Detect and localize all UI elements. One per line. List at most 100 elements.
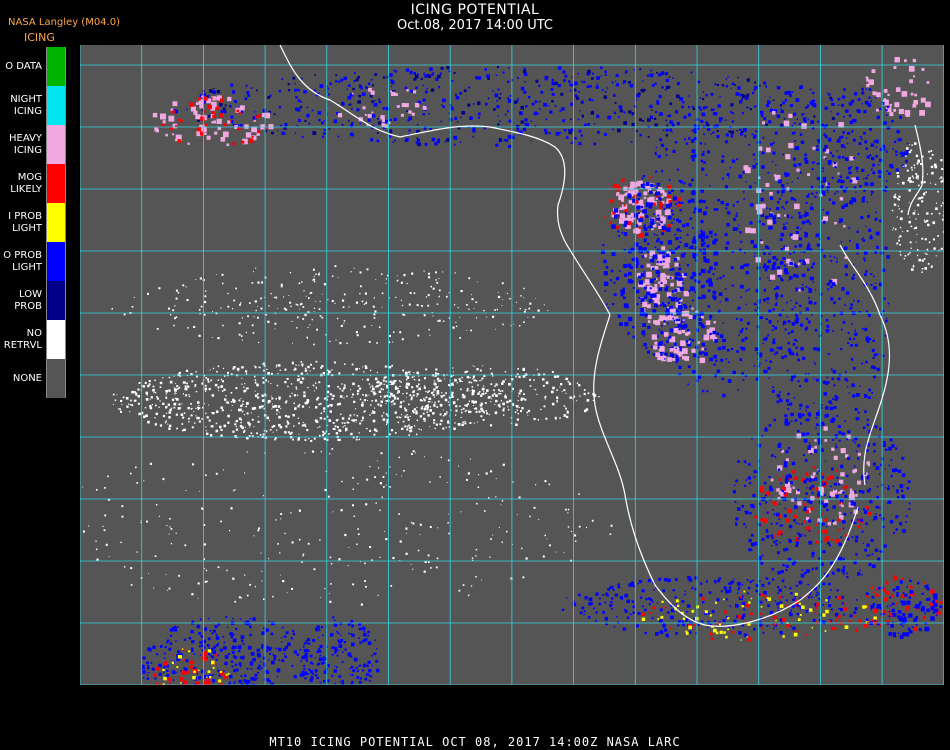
- icing-pixel: [794, 140, 796, 142]
- icing-pixel: [381, 123, 386, 127]
- icing-pixel: [879, 550, 881, 552]
- icing-pixel: [901, 456, 905, 460]
- icing-pixel: [460, 511, 462, 513]
- icing-pixel: [831, 417, 835, 421]
- icing-pixel: [815, 487, 819, 491]
- icing-pixel: [289, 272, 292, 274]
- icing-pixel: [529, 302, 532, 305]
- icing-pixel: [639, 68, 642, 71]
- icing-pixel: [889, 438, 893, 442]
- icing-pixel: [369, 386, 372, 388]
- icing-pixel: [654, 123, 658, 127]
- icing-pixel: [234, 489, 236, 491]
- icing-pixel: [830, 297, 834, 301]
- icing-pixel: [227, 371, 229, 374]
- icing-pixel: [639, 133, 642, 137]
- icing-pixel: [549, 544, 551, 547]
- icing-pixel: [577, 72, 579, 75]
- icing-pixel: [443, 320, 445, 322]
- icing-pixel: [170, 314, 172, 316]
- icing-pixel: [926, 219, 929, 222]
- icing-pixel: [785, 200, 789, 204]
- icing-pixel: [505, 378, 507, 380]
- icing-pixel: [423, 398, 425, 400]
- icing-pixel: [429, 67, 433, 71]
- icing-pixel: [679, 241, 682, 244]
- icing-pixel: [681, 201, 684, 204]
- icing-pixel: [822, 550, 826, 554]
- icing-pixel: [377, 460, 378, 462]
- icing-pixel: [611, 224, 616, 229]
- icing-pixel: [777, 201, 780, 204]
- icing-pixel: [181, 403, 183, 405]
- icing-pixel: [910, 225, 913, 228]
- icing-pixel: [429, 481, 431, 483]
- icing-pixel: [770, 196, 774, 200]
- icing-pixel: [824, 157, 827, 160]
- icing-pixel: [499, 93, 502, 95]
- icing-pixel: [547, 310, 549, 312]
- icing-pixel: [549, 132, 551, 135]
- icing-pixel: [413, 425, 416, 427]
- icing-pixel: [416, 406, 418, 408]
- icing-pixel: [346, 395, 348, 397]
- icing-pixel: [657, 154, 661, 159]
- icing-pixel: [702, 390, 705, 393]
- icing-pixel: [397, 421, 400, 424]
- icing-pixel: [236, 420, 238, 422]
- icing-pixel: [361, 378, 363, 380]
- icing-pixel: [694, 124, 697, 127]
- icing-pixel: [520, 398, 523, 401]
- icing-pixel: [822, 220, 826, 224]
- icing-pixel: [410, 396, 413, 399]
- icing-pixel: [678, 305, 680, 307]
- icing-pixel: [509, 298, 511, 300]
- icing-pixel: [665, 72, 669, 76]
- icing-pixel: [421, 305, 423, 307]
- icing-pixel: [760, 114, 764, 117]
- icing-pixel: [679, 97, 683, 101]
- icing-pixel: [830, 98, 834, 101]
- icing-pixel: [370, 404, 372, 406]
- icing-pixel: [315, 360, 318, 363]
- icing-pixel: [149, 462, 152, 465]
- icing-pixel: [460, 289, 463, 293]
- icing-pixel: [362, 419, 364, 421]
- icing-pixel: [790, 330, 794, 334]
- icing-pixel: [798, 163, 802, 167]
- icing-pixel: [205, 569, 208, 572]
- icing-pixel: [402, 393, 404, 395]
- icing-pixel: [385, 282, 387, 284]
- icing-pixel: [803, 503, 807, 506]
- icing-pixel: [857, 480, 861, 485]
- icing-pixel: [245, 84, 248, 87]
- icing-pixel: [747, 321, 750, 325]
- icing-pixel: [168, 115, 175, 122]
- icing-pixel: [840, 536, 842, 538]
- icing-pixel: [403, 470, 405, 472]
- icing-pixel: [664, 358, 666, 360]
- icing-pixel: [247, 94, 251, 97]
- icing-pixel: [344, 363, 346, 365]
- icing-pixel: [811, 492, 814, 495]
- icing-pixel: [769, 360, 772, 363]
- icing-pixel: [415, 452, 417, 454]
- icing-pixel: [220, 429, 223, 431]
- icing-pixel: [246, 594, 249, 597]
- icing-pixel: [257, 416, 259, 418]
- icing-pixel: [522, 576, 525, 579]
- icing-pixel: [156, 396, 158, 398]
- icing-pixel: [674, 233, 677, 236]
- icing-pixel: [168, 427, 171, 430]
- icing-pixel: [799, 403, 803, 407]
- icing-pixel: [868, 388, 871, 392]
- icing-pixel: [867, 214, 870, 218]
- icing-pixel: [731, 112, 734, 115]
- icing-pixel: [666, 292, 672, 297]
- icing-pixel: [416, 123, 419, 126]
- icing-pixel: [691, 199, 695, 202]
- icing-pixel: [762, 265, 766, 269]
- icing-pixel: [718, 292, 723, 296]
- icing-pixel: [857, 452, 861, 456]
- icing-pixel: [799, 323, 804, 327]
